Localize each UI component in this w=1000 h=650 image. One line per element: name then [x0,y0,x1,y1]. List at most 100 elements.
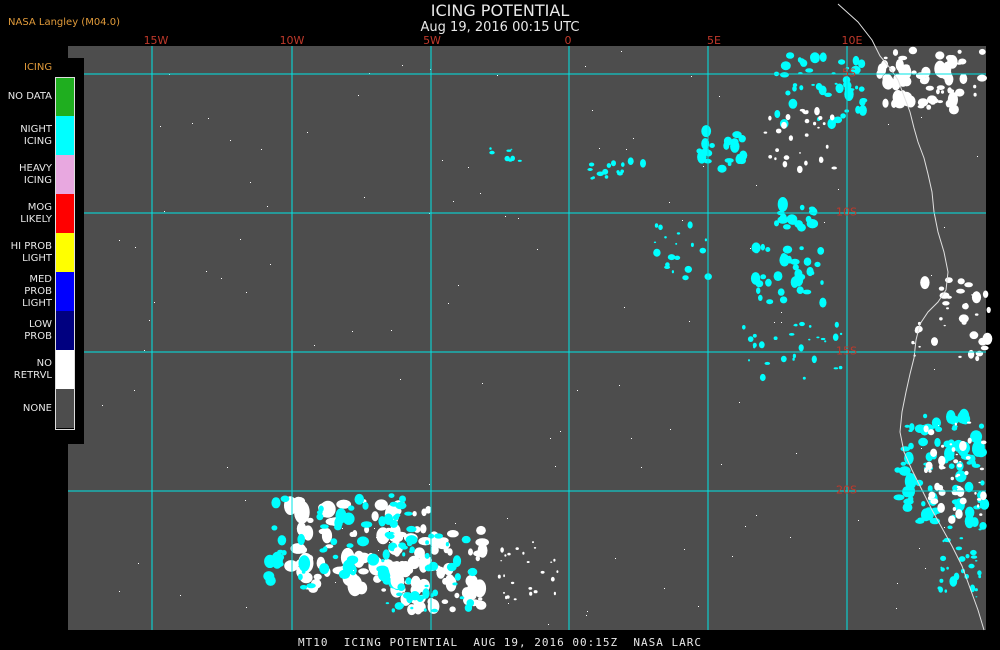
no-retrieval-cloud [533,590,538,594]
night-icing-cloud [796,286,804,295]
night-icing-cloud [773,336,778,341]
no-retrieval-cloud [917,104,925,109]
no-retrieval-cloud [882,98,889,108]
night-icing-cloud [816,336,820,339]
map-canvas [68,3,993,631]
night-icing-cloud [409,550,414,554]
no-retrieval-cloud [504,554,507,557]
no-retrieval-speck [192,123,193,124]
night-icing-cloud [489,150,495,155]
no-retrieval-cloud [783,155,790,160]
no-retrieval-speck [206,271,207,272]
no-retrieval-speck [796,453,797,454]
no-retrieval-speck [548,624,549,625]
night-icing-cloud [774,220,779,227]
no-retrieval-cloud [956,288,965,294]
no-retrieval-cloud [959,440,967,452]
night-icing-cloud [760,243,765,251]
night-icing-cloud [798,344,804,352]
no-retrieval-cloud [930,498,939,505]
no-retrieval-speck [135,247,136,248]
night-icing-cloud [400,604,405,608]
night-icing-cloud [777,216,789,224]
night-icing-cloud [797,223,806,232]
no-retrieval-cloud [925,461,933,470]
no-retrieval-cloud [973,92,977,97]
no-retrieval-cloud [529,591,533,596]
night-icing-cloud [510,148,513,150]
night-icing-cloud [742,325,746,330]
night-icing-cloud [517,159,522,162]
night-icing-cloud [277,535,287,546]
no-retrieval-speck [267,206,268,207]
night-icing-cloud [620,169,624,174]
no-retrieval-cloud [358,568,369,575]
no-retrieval-cloud [313,573,322,581]
no-retrieval-speck [858,520,859,521]
night-icing-cloud [940,567,945,572]
no-retrieval-cloud [978,481,981,484]
no-retrieval-cloud [782,161,788,168]
night-icing-cloud [948,463,955,470]
no-retrieval-cloud [964,470,969,476]
no-retrieval-cloud [813,121,817,126]
night-icing-cloud [611,160,616,167]
no-retrieval-speck [227,467,228,468]
no-retrieval-cloud [954,422,958,426]
night-icing-cloud [940,555,947,562]
night-icing-cloud [751,242,761,253]
night-icing-cloud [461,535,471,544]
legend-label: NIGHT ICING [20,123,52,147]
no-retrieval-speck [689,321,690,322]
night-icing-cloud [410,606,414,610]
night-icing-cloud [820,280,824,285]
night-icing-cloud [423,608,427,612]
no-retrieval-cloud [768,115,772,121]
night-icing-cloud [724,158,734,163]
no-retrieval-cloud [478,597,483,601]
night-icing-cloud [839,332,843,336]
night-icing-cloud [838,365,843,370]
no-retrieval-speck [442,160,443,161]
no-retrieval-cloud [804,133,809,137]
no-retrieval-speck [246,292,247,293]
no-retrieval-cloud [911,342,916,345]
no-retrieval-speck [756,185,757,186]
no-retrieval-speck [400,379,401,380]
night-icing-cloud [917,517,924,521]
no-retrieval-cloud [894,100,905,109]
no-retrieval-cloud [797,165,803,174]
night-icing-cloud [792,353,797,359]
night-icing-cloud [792,357,795,361]
night-icing-cloud [793,324,796,326]
no-retrieval-cloud [814,107,820,116]
night-icing-cloud [980,480,985,486]
no-retrieval-cloud [768,155,773,159]
night-icing-cloud [799,85,804,91]
no-retrieval-cloud [923,425,929,433]
no-retrieval-cloud [943,324,946,327]
no-retrieval-speck [246,607,247,608]
night-icing-cloud [684,265,692,273]
no-retrieval-cloud [957,278,965,285]
no-retrieval-cloud [958,513,961,516]
night-icing-cloud [332,554,339,560]
night-icing-cloud [779,296,788,304]
no-retrieval-cloud [967,349,975,359]
night-icing-cloud [604,175,609,179]
no-retrieval-cloud [497,574,501,579]
no-retrieval-cloud [883,56,888,60]
no-retrieval-speck [149,320,150,321]
no-retrieval-cloud [804,118,810,124]
night-icing-cloud [780,72,789,78]
no-retrieval-cloud [284,560,299,572]
no-retrieval-cloud [802,110,806,113]
no-retrieval-cloud [953,459,959,464]
night-icing-cloud [859,98,868,103]
no-retrieval-cloud [510,581,515,585]
night-icing-cloud [306,583,316,589]
night-icing-cloud [587,168,593,171]
night-icing-cloud [386,533,395,540]
no-retrieval-speck [537,249,538,250]
night-icing-cloud [824,92,832,98]
